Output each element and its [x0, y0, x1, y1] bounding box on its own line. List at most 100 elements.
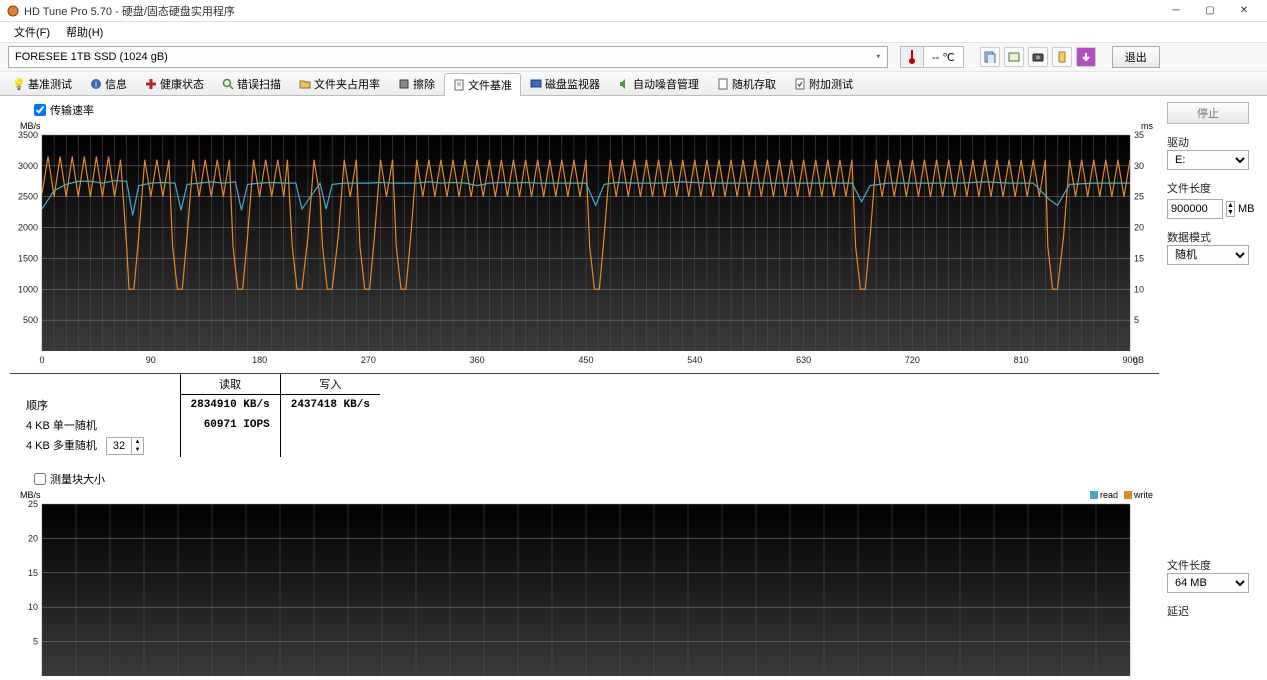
- filelen-input[interactable]: [1167, 199, 1223, 219]
- tab-aam[interactable]: 自动噪音管理: [609, 72, 708, 95]
- filelen2-label: 文件长度: [1167, 557, 1259, 573]
- minimize-button[interactable]: ─: [1159, 0, 1193, 22]
- seq-read-value: 2834910 KB/s: [180, 395, 280, 415]
- speaker-icon: [618, 78, 630, 90]
- filelen-label: 文件长度: [1167, 180, 1259, 196]
- filelen2-select[interactable]: 64 MB: [1167, 573, 1249, 593]
- svg-text:20: 20: [28, 533, 38, 543]
- blocksize-checkbox-input[interactable]: [34, 473, 46, 485]
- svg-text:540: 540: [687, 355, 702, 365]
- svg-text:270: 270: [361, 355, 376, 365]
- row-4k-multi: 4 KB 多重随机 32 ▲▼: [10, 435, 180, 457]
- svg-text:2500: 2500: [18, 192, 38, 202]
- svg-text:720: 720: [905, 355, 920, 365]
- maximize-button[interactable]: ▢: [1193, 0, 1227, 22]
- svg-text:90: 90: [146, 355, 156, 365]
- svg-text:15: 15: [1134, 253, 1144, 263]
- window-title: HD Tune Pro 5.70 - 硬盘/固态硬盘实用程序: [24, 3, 235, 19]
- info-icon: i: [90, 78, 102, 90]
- svg-text:10: 10: [28, 602, 38, 612]
- svg-text:1500: 1500: [18, 253, 38, 263]
- copy-shot-icon[interactable]: [1004, 47, 1024, 67]
- svg-text:i: i: [95, 80, 97, 89]
- search-icon: [222, 78, 234, 90]
- tab-folderusage[interactable]: 文件夹占用率: [290, 72, 389, 95]
- drive-letter-select[interactable]: E:: [1167, 150, 1249, 170]
- tab-random[interactable]: 随机存取: [708, 72, 785, 95]
- iops-4k-value: 60971 IOPS: [180, 415, 280, 435]
- svg-text:0: 0: [39, 355, 44, 365]
- exit-button[interactable]: 退出: [1112, 46, 1160, 68]
- transfer-rate-checkbox[interactable]: 传输速率: [34, 102, 94, 118]
- svg-text:30: 30: [1134, 161, 1144, 171]
- upper-y2-unit: ms: [1141, 121, 1153, 131]
- extra-icon: [794, 78, 806, 90]
- tab-errorscan[interactable]: 错误扫描: [213, 72, 290, 95]
- filelen-unit: MB: [1238, 203, 1255, 215]
- menu-help[interactable]: 帮助(H): [58, 22, 111, 42]
- lower-chart: 510152025: [10, 500, 1159, 678]
- options-icon[interactable]: [1052, 47, 1072, 67]
- legend-read-label: read: [1100, 490, 1118, 500]
- file-icon: [453, 79, 465, 91]
- lightbulb-icon: 💡: [13, 78, 25, 90]
- screenshot-icon[interactable]: [1028, 47, 1048, 67]
- temp-display: -- ℃: [924, 46, 964, 68]
- tab-filebench[interactable]: 文件基准: [444, 73, 521, 96]
- queue-depth-spinner[interactable]: 32 ▲▼: [106, 437, 144, 455]
- temp-icon[interactable]: [900, 46, 924, 68]
- stop-button[interactable]: 停止: [1167, 102, 1249, 124]
- tab-benchmark[interactable]: 💡基准测试: [4, 72, 81, 95]
- lower-y-unit: MB/s: [20, 490, 41, 500]
- monitor-icon: [530, 78, 542, 90]
- legend-write-label: write: [1134, 490, 1153, 500]
- row-seq: 顺序: [10, 395, 180, 415]
- datamode-label: 数据模式: [1167, 229, 1259, 245]
- tab-extra[interactable]: 附加测试: [785, 72, 862, 95]
- svg-text:25: 25: [28, 500, 38, 509]
- save-icon[interactable]: [1076, 47, 1096, 67]
- svg-text:500: 500: [23, 315, 38, 325]
- hdr-read: 读取: [180, 374, 280, 395]
- drive-label: 驱动: [1167, 134, 1259, 150]
- svg-text:gB: gB: [1133, 355, 1144, 365]
- row-4k-single: 4 KB 单一随机: [10, 415, 180, 435]
- seq-write-value: 2437418 KB/s: [280, 395, 380, 415]
- upper-chart: 500 1000 1500 2000 2500 3000 3500 5 10 15 20 25 30 3…: [10, 131, 1159, 371]
- svg-text:5: 5: [1134, 315, 1139, 325]
- svg-text:450: 450: [578, 355, 593, 365]
- svg-text:630: 630: [796, 355, 811, 365]
- drive-select[interactable]: FORESEE 1TB SSD (1024 gB): [8, 46, 888, 68]
- upper-y-unit: MB/s: [20, 121, 41, 131]
- blocksize-checkbox[interactable]: 测量块大小: [34, 471, 105, 487]
- tab-info[interactable]: i信息: [81, 72, 136, 95]
- delay-label: 延迟: [1167, 603, 1259, 619]
- hdr-write: 写入: [280, 374, 380, 395]
- tab-diskmon[interactable]: 磁盘监视器: [521, 72, 609, 95]
- svg-text:3000: 3000: [18, 161, 38, 171]
- close-button[interactable]: ✕: [1227, 0, 1261, 22]
- copy-info-icon[interactable]: [980, 47, 1000, 67]
- random-icon: [717, 78, 729, 90]
- svg-text:180: 180: [252, 355, 267, 365]
- svg-text:10: 10: [1134, 284, 1144, 294]
- svg-text:3500: 3500: [18, 131, 38, 140]
- app-icon: [6, 4, 20, 18]
- erase-icon: [398, 78, 410, 90]
- svg-text:810: 810: [1014, 355, 1029, 365]
- health-icon: [145, 78, 157, 90]
- datamode-select[interactable]: 随机: [1167, 245, 1249, 265]
- menu-file[interactable]: 文件(F): [6, 22, 58, 42]
- transfer-rate-checkbox-input[interactable]: [34, 104, 46, 116]
- svg-text:35: 35: [1134, 131, 1144, 140]
- svg-text:25: 25: [1134, 192, 1144, 202]
- tab-health[interactable]: 健康状态: [136, 72, 213, 95]
- results-table: 读取 写入 顺序 2834910 KB/s 2437418 KB/s 4 KB …: [10, 373, 1159, 457]
- svg-text:360: 360: [470, 355, 485, 365]
- svg-text:15: 15: [28, 567, 38, 577]
- tab-erase[interactable]: 擦除: [389, 72, 444, 95]
- svg-text:1000: 1000: [18, 284, 38, 294]
- svg-text:20: 20: [1134, 223, 1144, 233]
- legend-read-swatch: [1090, 491, 1098, 499]
- svg-text:2000: 2000: [18, 223, 38, 233]
